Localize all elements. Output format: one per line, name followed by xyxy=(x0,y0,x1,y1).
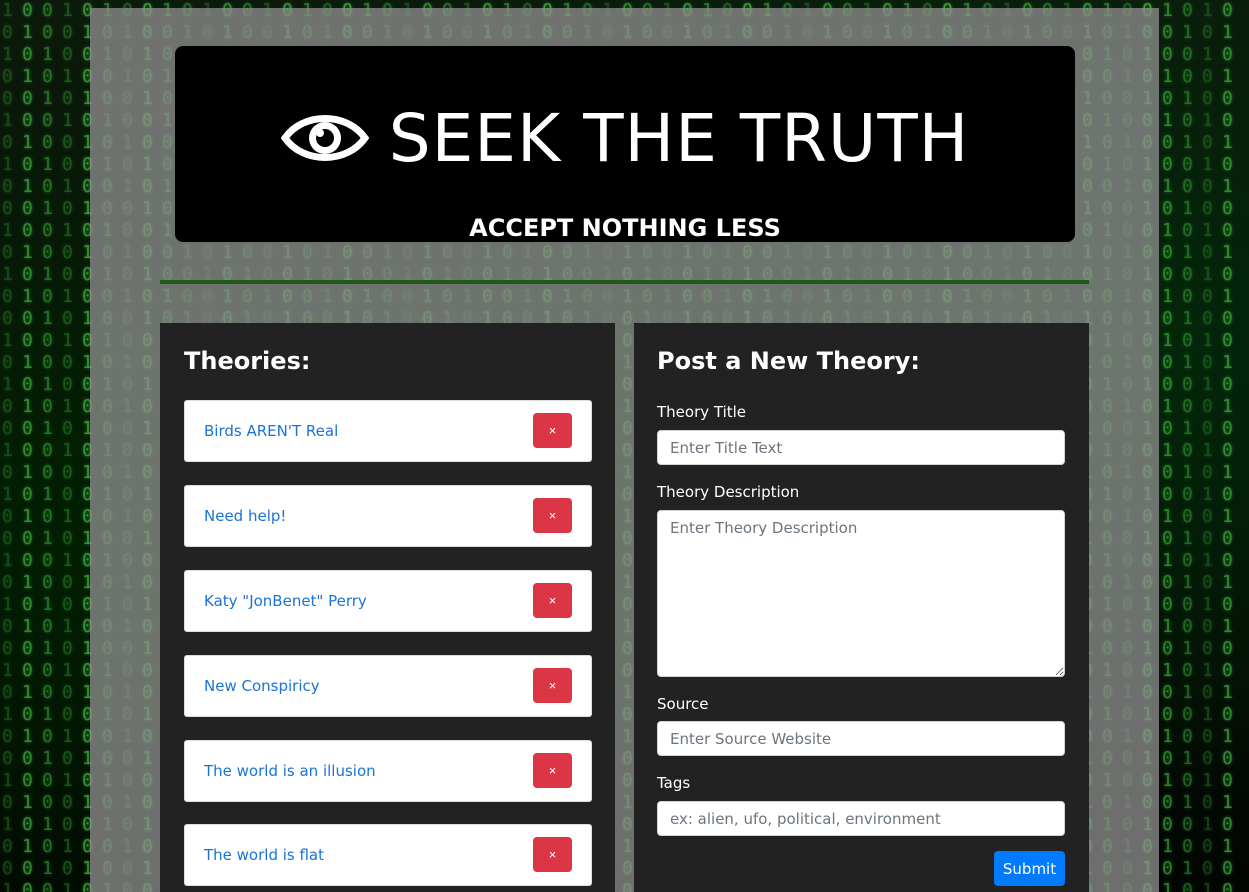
delete-theory-button[interactable]: × xyxy=(533,837,572,872)
theories-heading: Theories: xyxy=(184,347,311,375)
theory-list-item: The world is an illusion × xyxy=(184,740,592,802)
matrix-digit-column: 1001010010100101001010010100101001010010… xyxy=(62,0,73,892)
theory-title-input[interactable] xyxy=(657,430,1065,465)
source-label: Source xyxy=(657,695,709,713)
theory-link[interactable]: Need help! xyxy=(204,507,286,525)
delete-theory-button[interactable]: × xyxy=(533,668,572,703)
theory-list-item: Katy "JonBenet" Perry × xyxy=(184,570,592,632)
theory-list-item: The world is flat × xyxy=(184,824,592,886)
new-theory-heading: Post a New Theory: xyxy=(657,347,920,375)
delete-theory-button[interactable]: × xyxy=(533,498,572,533)
delete-theory-button[interactable]: × xyxy=(533,413,572,448)
matrix-digit-column: 1001010010100101001010010100101001010010… xyxy=(1162,0,1173,892)
theory-description-textarea[interactable] xyxy=(657,510,1065,677)
page-subtitle: ACCEPT NOTHING LESS xyxy=(469,214,781,242)
theory-title-label: Theory Title xyxy=(657,403,747,421)
theory-link[interactable]: The world is an illusion xyxy=(204,762,376,780)
theory-link[interactable]: Birds AREN'T Real xyxy=(204,422,338,440)
submit-button[interactable]: Submit xyxy=(994,851,1065,886)
tags-label: Tags xyxy=(657,774,691,792)
theory-list-item: Birds AREN'T Real × xyxy=(184,400,592,462)
page-title: SEEK THE TRUTH xyxy=(388,99,970,177)
matrix-digit-column: 0010100101001010010100101001010010100101… xyxy=(42,0,53,892)
matrix-digit-column: 0101001010010100101001010010100101001010… xyxy=(22,0,33,892)
theory-link[interactable]: Katy "JonBenet" Perry xyxy=(204,592,367,610)
matrix-digit-column: 1010010100101001010010100101001010010100… xyxy=(2,0,13,892)
tags-input[interactable] xyxy=(657,801,1065,836)
matrix-digit-column: 0100101001010010100101001010010100101001… xyxy=(1182,0,1193,892)
delete-theory-button[interactable]: × xyxy=(533,753,572,788)
source-input[interactable] xyxy=(657,721,1065,756)
matrix-digit-column: 0101001010010100101001010010100101001010… xyxy=(1222,0,1233,892)
theory-link[interactable]: The world is flat xyxy=(204,846,324,864)
eye-icon xyxy=(280,115,369,161)
delete-theory-button[interactable]: × xyxy=(533,583,572,618)
hero-banner: SEEK THE TRUTH ACCEPT NOTHING LESS xyxy=(175,46,1075,242)
theory-list-item: New Conspiricy × xyxy=(184,655,592,717)
theory-link[interactable]: New Conspiricy xyxy=(204,677,320,695)
theory-description-label: Theory Description xyxy=(657,483,800,501)
theory-list-item: Need help! × xyxy=(184,485,592,547)
matrix-digit-column: 1010010100101001010010100101001010010100… xyxy=(1202,0,1213,892)
section-divider xyxy=(160,280,1089,284)
hero-title-row: SEEK THE TRUTH xyxy=(175,98,1075,178)
